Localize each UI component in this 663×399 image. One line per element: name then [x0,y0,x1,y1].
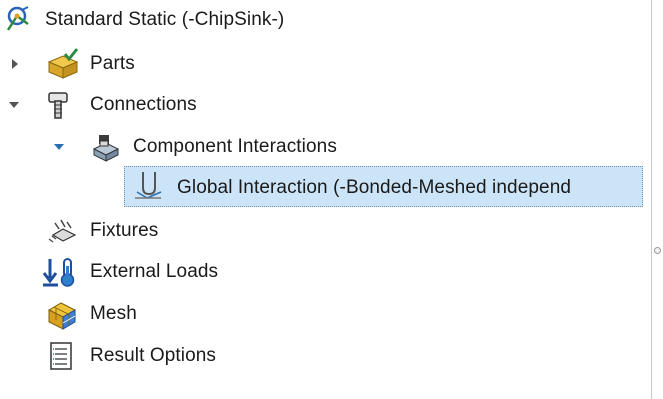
tree-item-external-loads[interactable]: External Loads [0,256,640,288]
tree-item-fixtures[interactable]: Fixtures [0,215,640,247]
global-interaction-icon [131,170,165,202]
study-icon [2,4,36,36]
simulation-tree-panel: Standard Static (-ChipSink-) Parts Conne… [0,0,663,399]
collapse-arrow-icon[interactable] [52,140,66,154]
tree-item-label: Component Interactions [133,136,337,157]
tree-item-label: Mesh [90,303,137,324]
parts-icon [45,48,79,80]
external-loads-icon [40,256,75,288]
mesh-icon [45,298,79,330]
tree-item-label: Connections [90,94,197,115]
tree-item-parts[interactable]: Parts [0,48,640,80]
panel-splitter[interactable] [651,0,663,399]
fixtures-icon [45,215,79,247]
result-options-icon [45,340,79,372]
tree-root-study[interactable]: Standard Static (-ChipSink-) [0,4,640,36]
component-interactions-icon [88,131,122,163]
tree-item-result-options[interactable]: Result Options [0,340,640,372]
expand-arrow-icon[interactable] [8,57,22,71]
tree-item-mesh[interactable]: Mesh [0,298,640,330]
tree-item-component-interactions[interactable]: Component Interactions [0,131,640,163]
collapse-arrow-icon[interactable] [7,98,21,112]
tree-item-connections[interactable]: Connections [0,89,640,121]
tree-item-label: Fixtures [90,220,159,241]
tree-item-label: External Loads [90,261,219,282]
tree-item-label: Global Interaction (-Bonded-Meshed indep… [177,177,572,198]
tree-root-label: Standard Static (-ChipSink-) [45,9,285,30]
splitter-grip-icon[interactable] [654,247,661,254]
tree-item-global-interaction[interactable]: Global Interaction (-Bonded-Meshed indep… [124,172,643,204]
tree-item-label: Parts [90,53,135,74]
connections-icon [45,89,79,121]
tree-item-label: Result Options [90,345,217,366]
